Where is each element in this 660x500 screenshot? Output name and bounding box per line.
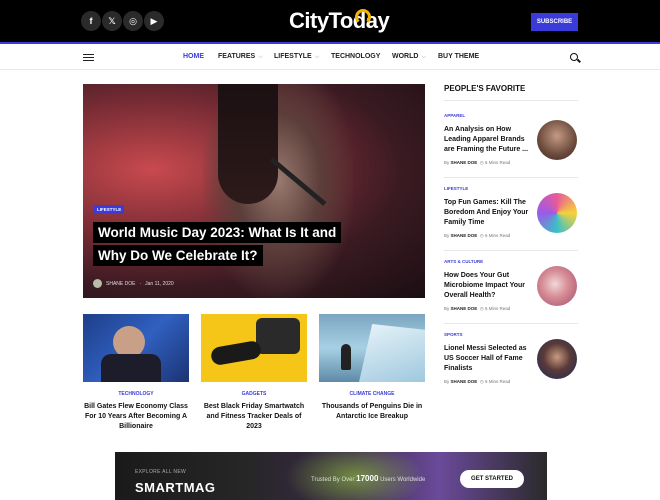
sidebar-divider — [444, 250, 578, 251]
chevron-down-icon: ⌵ — [421, 54, 427, 60]
meta-read-time: 6 Mins Read — [485, 379, 511, 384]
meta-by: By — [444, 379, 450, 384]
card-penguin — [341, 344, 351, 370]
sidebar-divider — [444, 323, 578, 324]
card-category[interactable]: GADGETS — [201, 391, 307, 397]
chevron-down-icon: ⌵ — [314, 54, 320, 60]
top-bar: f 𝕏 ◎ ▶ CityToday SUBSCRIBE — [0, 0, 660, 44]
meta-read-time: 6 Mins Read — [485, 233, 511, 238]
card-image-penguins[interactable] — [319, 314, 425, 382]
hero-meta: SHANE DOE · Jan 11, 2020 — [93, 279, 174, 288]
card-title[interactable]: Best Black Friday Smartwatch and Fitness… — [198, 402, 310, 432]
sidebar-item-title[interactable]: An Analysis on How Leading Apparel Brand… — [444, 125, 534, 155]
card-title[interactable]: Thousands of Penguins Die in Antarctic I… — [316, 402, 428, 422]
nav-features[interactable]: FEATURES ⌵ — [218, 53, 263, 61]
sidebar-thumb-lifestyle[interactable] — [537, 193, 577, 233]
banner-small-text: EXPLORE ALL NEW — [135, 469, 186, 475]
sidebar-divider — [444, 177, 578, 178]
nav-label: WORLD — [392, 53, 419, 60]
meta-author[interactable]: SHANE DOE — [451, 233, 478, 238]
sidebar-thumb-apparel[interactable] — [537, 120, 577, 160]
meta-read-time: 6 Mins Read — [485, 306, 511, 311]
promo-banner[interactable]: EXPLORE ALL NEW SMARTMAG Trusted By Over… — [115, 452, 547, 500]
card-category[interactable]: TECHNOLOGY — [83, 391, 189, 397]
clock-icon: ◷ — [479, 379, 484, 384]
main-nav: HOME FEATURES ⌵ LIFESTYLE ⌵ TECHNOLOGY WOR… — [0, 46, 660, 70]
sidebar-thumb-arts[interactable] — [537, 266, 577, 306]
meta-author[interactable]: SHANE DOE — [451, 160, 478, 165]
sidebar-item-title[interactable]: Lionel Messi Selected as US Soccer Hall … — [444, 344, 534, 374]
nav-label: TECHNOLOGY — [331, 53, 381, 60]
meta-by: By — [444, 233, 450, 238]
hero-title-line-2[interactable]: Why Do We Celebrate It? — [93, 245, 263, 266]
sidebar-item-category[interactable]: LIFESTYLE — [444, 186, 468, 191]
sidebar-heading: PEOPLE'S FAVORITE — [444, 84, 526, 93]
meta-author[interactable]: SHANE DOE — [451, 379, 478, 384]
hero-singer-hair — [218, 84, 278, 204]
banner-brand: SMARTMAG — [135, 480, 216, 495]
sidebar-item-meta: By SHANE DOE ◷ 6 Mins Read — [444, 379, 510, 385]
sidebar-divider — [444, 100, 578, 101]
trust-number: 17000 — [356, 474, 379, 483]
card-title[interactable]: Bill Gates Flew Economy Class For 10 Yea… — [80, 402, 192, 432]
hero-title-line-1[interactable]: World Music Day 2023: What Is It and — [93, 222, 342, 243]
site-logo[interactable]: CityToday — [289, 8, 390, 34]
author-avatar — [93, 279, 102, 288]
nav-label: LIFESTYLE — [274, 53, 312, 60]
hamburger-menu-icon[interactable] — [83, 54, 94, 61]
sidebar-item-category[interactable]: APPAREL — [444, 113, 465, 118]
sidebar-item-title[interactable]: Top Fun Games: Kill The Boredom And Enjo… — [444, 198, 534, 228]
hero-date: Jan 11, 2020 — [145, 280, 174, 287]
nav-home[interactable]: HOME — [183, 53, 204, 60]
instagram-icon[interactable]: ◎ — [123, 11, 143, 31]
nav-buy-theme[interactable]: BUY THEME — [438, 53, 479, 60]
card-person-suit — [101, 354, 161, 382]
meta-read-time: 6 Mins Read — [485, 160, 511, 165]
nav-label: BUY THEME — [438, 53, 480, 60]
meta-separator: · — [139, 280, 142, 287]
sidebar-item-title[interactable]: How Does Your Gut Microbiome Impact Your… — [444, 271, 534, 301]
nav-technology[interactable]: TECHNOLOGY — [331, 53, 380, 60]
card-ice-block — [359, 324, 425, 382]
sidebar-item-meta: By SHANE DOE ◷ 6 Mins Read — [444, 160, 510, 166]
meta-by: By — [444, 306, 450, 311]
x-icon[interactable]: 𝕏 — [102, 11, 122, 31]
card-tracker-band — [209, 339, 263, 367]
card-category[interactable]: CLIMATE CHANGE — [319, 391, 425, 397]
facebook-icon[interactable]: f — [81, 11, 101, 31]
sidebar-thumb-sports[interactable] — [537, 339, 577, 379]
trust-prefix: Trusted By Over — [311, 477, 355, 483]
clock-icon: ◷ — [479, 160, 484, 165]
meta-by: By — [444, 160, 450, 165]
sidebar-item-category[interactable]: ARTS & CULTURE — [444, 259, 483, 264]
search-icon[interactable] — [570, 53, 578, 61]
nav-label: HOME — [183, 53, 204, 60]
trust-suffix: Users Worldwide — [380, 477, 426, 483]
clock-icon: ◷ — [479, 233, 484, 238]
card-image-bill-gates[interactable] — [83, 314, 189, 382]
nav-label: FEATURES — [218, 53, 256, 60]
clock-icon: ◷ — [479, 306, 484, 311]
get-started-button[interactable]: GET STARTED — [460, 470, 524, 488]
nav-lifestyle[interactable]: LIFESTYLE ⌵ — [274, 53, 319, 61]
hero-author[interactable]: SHANE DOE — [106, 281, 135, 287]
sidebar-item-meta: By SHANE DOE ◷ 6 Mins Read — [444, 233, 510, 239]
banner-trust-line: Trusted By Over 17000 Users Worldwide — [311, 474, 425, 483]
youtube-icon[interactable]: ▶ — [144, 11, 164, 31]
card-image-smartwatch[interactable] — [201, 314, 307, 382]
sidebar-item-category[interactable]: SPORTS — [444, 332, 463, 337]
nav-world[interactable]: WORLD ⌵ — [392, 53, 426, 61]
meta-author[interactable]: SHANE DOE — [451, 306, 478, 311]
chevron-down-icon: ⌵ — [258, 54, 263, 60]
logo-arc-icon — [355, 9, 371, 25]
hero-category-badge[interactable]: LIFESTYLE — [94, 205, 125, 214]
subscribe-button[interactable]: SUBSCRIBE — [531, 13, 578, 31]
sidebar-item-meta: By SHANE DOE ◷ 6 Mins Read — [444, 306, 510, 312]
card-watch-body — [256, 318, 300, 354]
